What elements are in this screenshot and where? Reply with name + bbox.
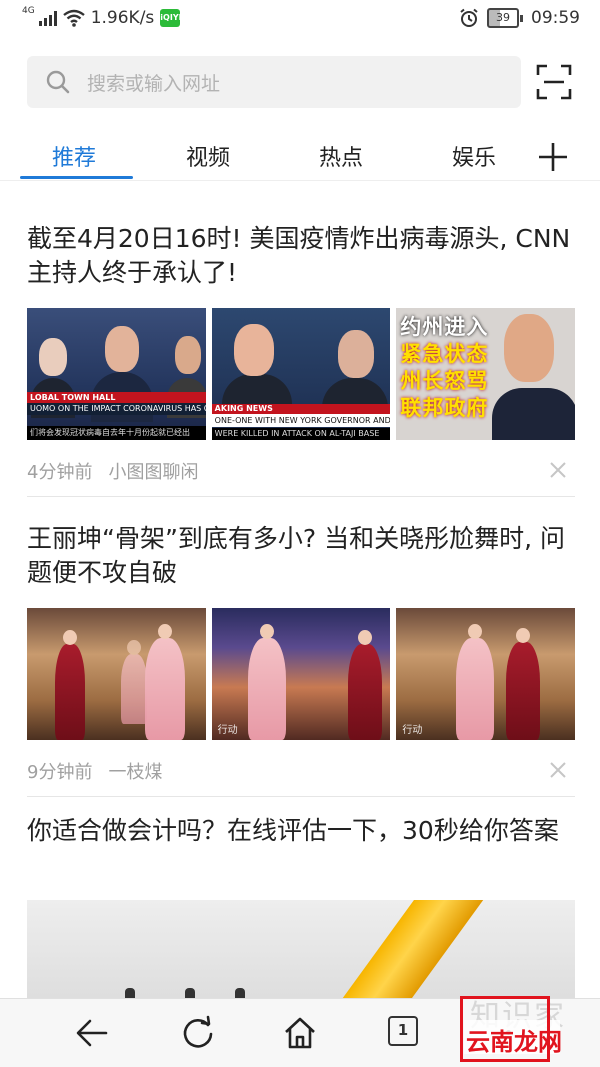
news-ticker: ONE-ONE WITH NEW YORK GOVERNOR ANDREW CU…: [211, 414, 391, 427]
status-right: 39 09:59: [459, 8, 580, 28]
home-icon[interactable]: [282, 1015, 318, 1051]
thumbnail-image: LOBAL TOWN HALL UOMO ON THE IMPACT CORON…: [27, 308, 206, 440]
article-title[interactable]: 王丽坤“骨架”到底有多小? 当和关晓彤尬舞时, 问题便不攻自破: [27, 522, 575, 590]
channel-tabs: 推荐 视频 热点 娱乐: [0, 130, 600, 182]
refresh-icon[interactable]: [180, 1015, 216, 1051]
tab-recommend[interactable]: 推荐: [52, 140, 96, 172]
news-ticker: AKING NEWS: [211, 404, 391, 414]
battery-level: 39: [487, 8, 519, 28]
iqiyi-icon: iQIYI: [160, 9, 182, 27]
article-source: 一枝煤: [108, 762, 163, 783]
news-ticker: WERE KILLED IN ATTACK ON AL-TAJI BASE: [211, 428, 391, 440]
pencil-graphic: [323, 900, 487, 1010]
back-icon[interactable]: [74, 1015, 110, 1051]
search-input[interactable]: 搜索或输入网址: [27, 56, 521, 108]
thumbnail-image: 约州进入 紧急状态 州长怒骂 联邦政府: [396, 308, 576, 440]
tab-video[interactable]: 视频: [186, 140, 230, 172]
tab-hot[interactable]: 热点: [319, 140, 363, 172]
article-title[interactable]: 你适合做会计吗？在线评估一下，30秒给你答案: [27, 814, 575, 848]
network-speed: 1.96K/s: [90, 8, 155, 28]
article-meta: 9分钟前 一枝煤: [27, 758, 162, 784]
tabs-divider: [0, 180, 600, 181]
active-tab-indicator: [20, 176, 133, 179]
image-caption: 紧急状态: [400, 342, 489, 366]
thumbnail-image: 行动: [396, 608, 576, 740]
image-watermark: 行动: [217, 725, 238, 736]
article-source: 小图图聊闲: [108, 462, 199, 483]
battery-icon: 39: [487, 8, 523, 28]
article-time: 9分钟前: [27, 762, 93, 783]
scan-icon[interactable]: [536, 64, 572, 100]
network-type: 4G: [22, 6, 35, 16]
overlay-label: 云南龙网: [466, 1028, 562, 1056]
article-meta: 4分钟前 小图图聊闲: [27, 458, 198, 484]
image-watermark: 行动: [402, 725, 423, 736]
status-left: 4G 1.96K/s iQIYI: [22, 6, 182, 28]
image-caption: 约州进入: [400, 315, 489, 339]
search-icon: [46, 70, 70, 94]
article-thumbnails[interactable]: LOBAL TOWN HALL UOMO ON THE IMPACT CORON…: [27, 308, 576, 440]
wifi-icon: [62, 9, 85, 27]
signal-icon: [38, 10, 57, 26]
article-time: 4分钟前: [27, 462, 93, 483]
image-caption: 州长怒骂: [400, 369, 489, 393]
clock: 09:59: [531, 8, 580, 28]
tab-entertainment[interactable]: 娱乐: [452, 140, 496, 172]
dismiss-icon[interactable]: [548, 760, 568, 780]
thumbnail-image: AKING NEWS ONE-ONE WITH NEW YORK GOVERNO…: [211, 308, 391, 440]
add-channel-icon[interactable]: [536, 140, 570, 174]
status-bar: 4G 1.96K/s iQIYI 39 09:59: [0, 0, 600, 40]
search-placeholder: 搜索或输入网址: [87, 72, 221, 95]
divider: [27, 796, 575, 797]
image-caption: 联邦政府: [400, 396, 489, 420]
thumbnail-image: 行动: [211, 608, 391, 740]
news-ticker: 们将会发现冠状病毒自去年十月份起就已经出: [27, 426, 206, 440]
divider: [27, 496, 575, 497]
article-thumbnails[interactable]: 行动 行动: [27, 608, 576, 740]
dismiss-icon[interactable]: [548, 460, 568, 480]
news-ticker: LOBAL TOWN HALL: [27, 392, 206, 403]
news-ticker: UOMO ON THE IMPACT CORONAVIRUS HAS ON HI…: [27, 403, 206, 415]
alarm-icon: [460, 8, 478, 27]
tab-count-button[interactable]: 1: [388, 1016, 418, 1046]
thumbnail-image: [27, 608, 206, 740]
article-title[interactable]: 截至4月20日16时! 美国疫情炸出病毒源头, CNN主持人终于承认了!: [27, 222, 575, 290]
